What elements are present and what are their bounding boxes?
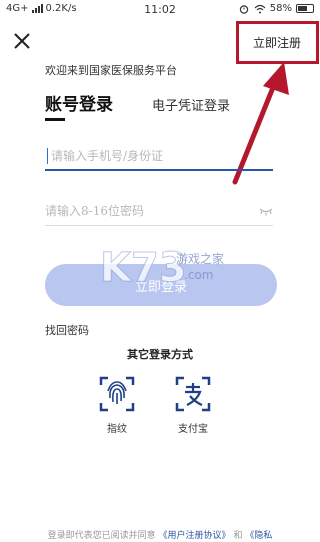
eye-closed-icon[interactable]	[259, 206, 273, 216]
close-icon[interactable]	[12, 31, 32, 51]
user-agreement-link[interactable]: 《用户注册协议》	[159, 531, 231, 541]
password-input[interactable]	[45, 197, 273, 225]
footer-and: 和	[233, 531, 243, 541]
text-caret	[47, 148, 48, 164]
tab-account-login[interactable]: 账号登录	[45, 90, 113, 115]
forgot-password-link[interactable]: 找回密码	[45, 322, 89, 338]
login-button[interactable]: 立即登录	[45, 264, 277, 306]
fingerprint-label: 指纹	[107, 424, 127, 435]
fingerprint-icon	[99, 376, 135, 412]
alipay-login-button[interactable]: 支付宝	[168, 376, 218, 435]
alarm-icon	[239, 4, 248, 14]
fingerprint-login-button[interactable]: 指纹	[92, 376, 142, 435]
battery-percent: 58%	[269, 3, 292, 14]
other-login-title: 其它登录方式	[127, 348, 193, 361]
privacy-policy-link[interactable]: 《隐私	[245, 531, 272, 541]
welcome-text: 欢迎来到国家医保服务平台	[45, 64, 177, 77]
footer-text: 登录即代表您已阅读并同意	[47, 531, 156, 541]
phone-id-input[interactable]	[45, 142, 273, 170]
wifi-icon	[254, 4, 266, 13]
tab-ecert-login[interactable]: 电子凭证登录	[152, 95, 230, 114]
register-button[interactable]: 立即注册	[253, 34, 301, 51]
alipay-label: 支付宝	[178, 424, 208, 435]
password-input-underline	[45, 225, 273, 226]
agreement-footer: 登录即代表您已阅读并同意 《用户注册协议》 和 《隐私	[0, 528, 320, 541]
status-bar: 4G+ 0.2K/s 11:02 58%	[0, 0, 320, 20]
active-tab-indicator	[45, 118, 65, 121]
status-right: 58%	[238, 3, 314, 14]
phone-input-underline	[45, 169, 273, 171]
alipay-icon	[175, 376, 211, 412]
battery-icon	[296, 4, 314, 13]
